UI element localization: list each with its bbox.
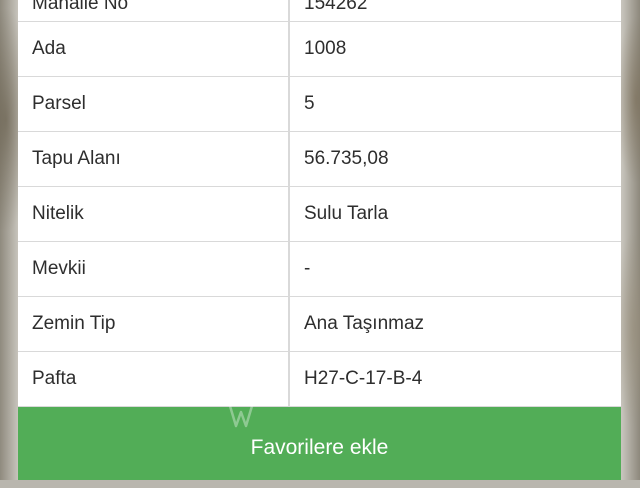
row-label: Nitelik [18, 186, 290, 242]
add-to-favorites-button[interactable]: Favorilere ekle [18, 407, 621, 480]
table-row: Parsel 5 [18, 76, 621, 132]
row-label: Tapu Alanı [18, 131, 290, 187]
table-row: Tapu Alanı 56.735,08 [18, 131, 621, 187]
watermark-icon [228, 405, 254, 428]
row-value: 154262 [289, 0, 621, 22]
row-label: Parsel [18, 76, 290, 132]
table-row: Mevkii - [18, 241, 621, 297]
table-row: Pafta H27-C-17-B-4 [18, 351, 621, 407]
row-label: Zemin Tip [18, 296, 290, 352]
row-value: H27-C-17-B-4 [289, 351, 621, 407]
table-row: Ada 1008 [18, 21, 621, 77]
table-row: Nitelik Sulu Tarla [18, 186, 621, 242]
table-row: Mahalle No 154262 [18, 0, 621, 22]
property-details-panel: Mahalle No 154262 Ada 1008 Parsel 5 Tapu… [18, 0, 621, 407]
table-row: Zemin Tip Ana Taşınmaz [18, 296, 621, 352]
row-value: Ana Taşınmaz [289, 296, 621, 352]
row-label: Ada [18, 21, 290, 77]
row-value: 5 [289, 76, 621, 132]
row-value: 1008 [289, 21, 621, 77]
row-label: Mahalle No [18, 0, 290, 22]
row-value: Sulu Tarla [289, 186, 621, 242]
property-details-table: Mahalle No 154262 Ada 1008 Parsel 5 Tapu… [18, 0, 621, 407]
row-value: 56.735,08 [289, 131, 621, 187]
row-label: Mevkii [18, 241, 290, 297]
row-value: - [289, 241, 621, 297]
